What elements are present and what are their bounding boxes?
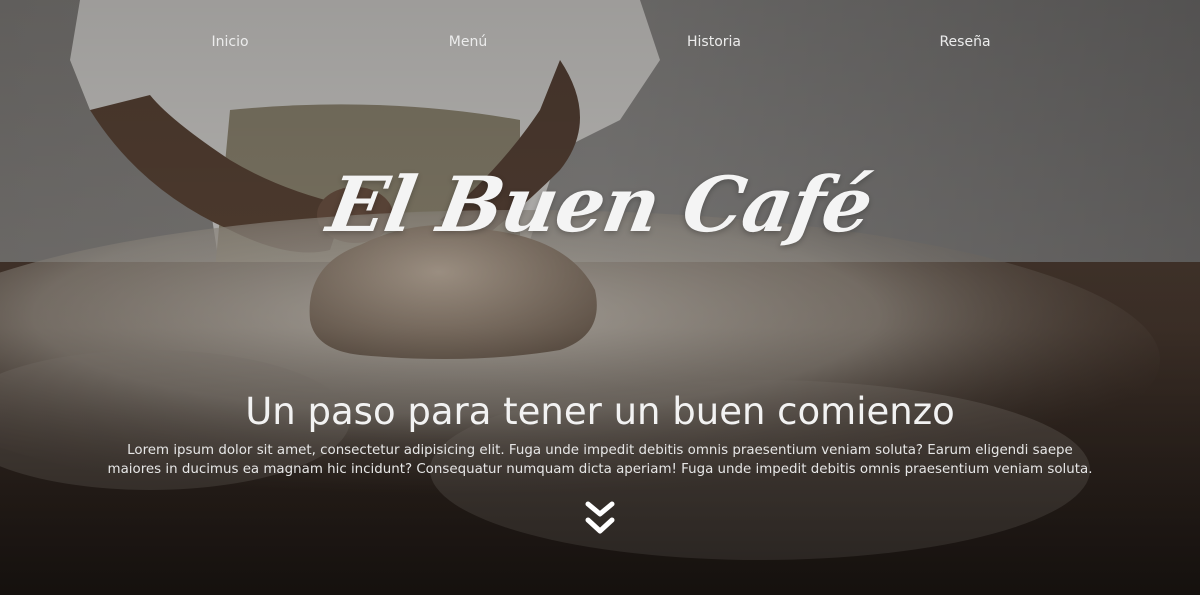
double-chevron-down-icon (585, 501, 615, 534)
nav-item-menu[interactable]: Menú (449, 34, 487, 50)
hero-intro-text: Lorem ipsum dolor sit amet, consectetur … (107, 443, 1093, 477)
hero-headline: Un paso para tener un buen comienzo (245, 390, 955, 433)
main-nav: Inicio Menú Historia Reseña (0, 34, 1200, 58)
nav-item-resena[interactable]: Reseña (939, 34, 990, 50)
scroll-down-button[interactable] (583, 500, 617, 538)
nav-item-inicio[interactable]: Inicio (211, 34, 248, 50)
hero-section: Inicio Menú Historia Reseña El Buen Café… (0, 0, 1200, 595)
nav-item-historia[interactable]: Historia (687, 34, 741, 50)
brand-logo-text: El Buen Café (321, 160, 879, 249)
